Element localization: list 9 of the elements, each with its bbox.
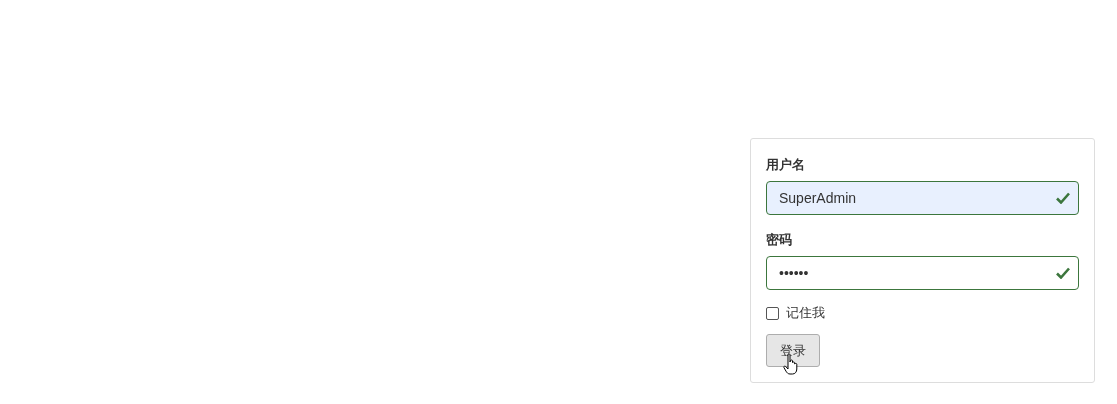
checkbox-label: 记住我 <box>786 304 825 322</box>
input-field[interactable]: •••••• <box>766 256 1079 290</box>
login-button[interactable]: 登录 <box>766 334 820 367</box>
check-icon <box>1056 192 1070 204</box>
check-icon <box>1056 267 1070 279</box>
input-field[interactable]: SuperAdmin <box>766 181 1079 215</box>
checkbox[interactable] <box>766 306 779 320</box>
field-label: 用户名 <box>766 156 805 174</box>
field-label: 密码 <box>766 231 792 249</box>
